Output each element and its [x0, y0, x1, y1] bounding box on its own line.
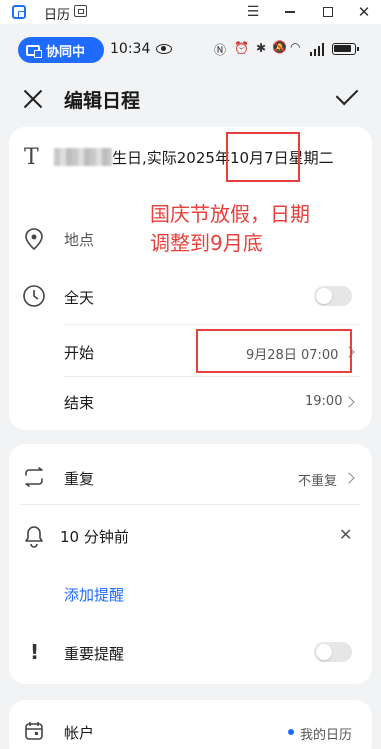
exclamation-icon: !	[30, 640, 40, 664]
annotation-line-2: 调整到9月底	[150, 231, 263, 255]
all-day-label: 全天	[64, 289, 95, 307]
add-reminder-link[interactable]: 添加提醒	[64, 584, 124, 605]
account-label: 帐户	[64, 724, 95, 742]
bluetooth-icon: ✱	[256, 41, 267, 55]
collab-label: 协同中	[46, 44, 86, 60]
event-title-text: 生日,实际2025年10月7日星期二	[112, 149, 334, 167]
close-editor-button[interactable]	[20, 86, 46, 112]
divider	[64, 324, 360, 325]
location-field[interactable]: 地点	[64, 229, 94, 250]
all-day-toggle[interactable]	[314, 286, 352, 306]
redacted-text	[54, 148, 112, 166]
account-value[interactable]: 我的日历	[300, 724, 352, 743]
window-title: 日历	[44, 8, 71, 23]
event-title-input[interactable]: 生日,实际2025年10月7日星期二	[54, 146, 354, 170]
page-title: 编辑日程	[64, 90, 141, 112]
alarm-icon: ⏰	[234, 41, 249, 55]
eye-icon	[156, 44, 172, 54]
annotation-note: 国庆节放假，日期 调整到9月底	[150, 200, 310, 258]
signal-icon	[310, 42, 326, 56]
end-label: 结束	[64, 394, 95, 412]
end-time-value[interactable]: 19:00	[305, 394, 342, 409]
annotation-line-1: 国庆节放假，日期	[150, 202, 310, 226]
important-reminder-toggle[interactable]	[314, 642, 352, 662]
annotation-box-start	[196, 329, 352, 373]
window-close-button[interactable]: ✕	[354, 2, 374, 22]
collab-badge[interactable]: 协同中	[18, 37, 104, 63]
status-time: 10:34	[110, 41, 151, 57]
repeat-icon	[22, 467, 46, 491]
mute-icon: 🔕	[272, 40, 287, 54]
editor-header: 编辑日程	[0, 74, 381, 124]
external-window-icon[interactable]	[74, 5, 87, 17]
annotation-box-date	[226, 132, 300, 182]
minimize-icon	[285, 11, 295, 13]
repeat-value[interactable]: 不重复	[298, 470, 337, 489]
location-pin-icon	[24, 227, 44, 255]
status-bar: 协同中 10:34 Ⓝ ⏰ ✱ 🔕 ◠	[0, 24, 381, 74]
event-details-card	[9, 127, 372, 430]
window-menu-button[interactable]: ☰	[243, 2, 263, 22]
clock-icon	[22, 284, 46, 312]
bell-icon	[24, 524, 44, 552]
nfc-icon: Ⓝ	[214, 43, 227, 57]
start-label: 开始	[64, 344, 95, 362]
save-button[interactable]	[334, 86, 360, 108]
remove-reminder-icon[interactable]: ✕	[339, 525, 352, 544]
collab-icon	[26, 44, 42, 58]
window-minimize-button[interactable]	[280, 2, 300, 22]
window-title-bar: 日历 ☰ ✕	[0, 0, 381, 24]
divider	[20, 504, 360, 505]
battery-icon	[332, 43, 359, 55]
calendar-icon	[24, 721, 44, 745]
calendar-color-dot	[288, 729, 294, 735]
title-text-icon: T	[24, 145, 39, 170]
wifi-icon: ◠	[290, 40, 301, 54]
maximize-icon	[323, 7, 333, 17]
calendar-app-icon	[12, 5, 26, 19]
repeat-label: 重复	[64, 470, 95, 488]
divider	[64, 376, 360, 377]
important-reminder-label: 重要提醒	[64, 645, 125, 663]
window-maximize-button[interactable]	[318, 2, 338, 22]
reminder-label: 10 分钟前	[60, 528, 129, 546]
